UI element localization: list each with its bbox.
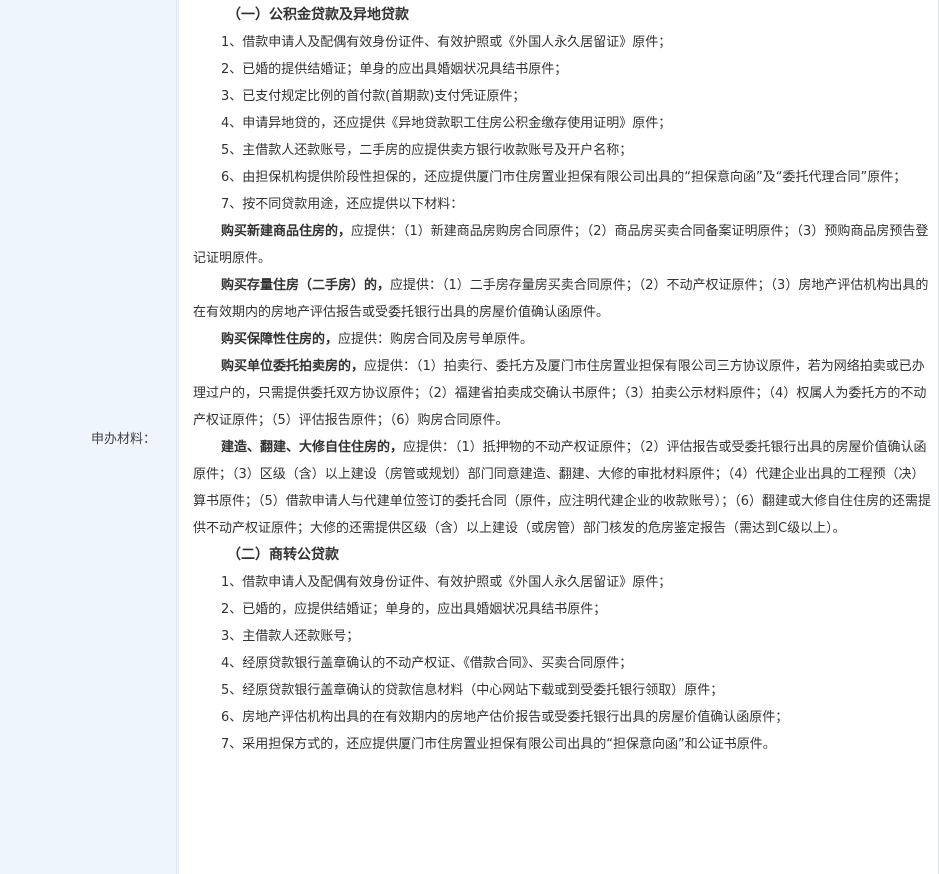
list-item: 4、申请异地贷的，还应提供《异地贷款职工住房公积金缴存使用证明》原件； (221, 116, 672, 131)
purpose-paragraph: 购买存量住房（二手房）的，应提供：（1）二手房存量房买卖合同原件；（2）不动产权… (193, 272, 937, 326)
list-item: 6、由担保机构提供阶段性担保的，还应提供厦门市住房置业担保有限公司出具的“担保意… (221, 170, 907, 185)
list-item: 5、主借款人还款账号，二手房的应提供卖方银行收款账号及开户名称； (221, 143, 633, 158)
materials-content: （一）公积金贷款及异地贷款 1、借款申请人及配偶有效身份证件、有效护照或《外国人… (193, 2, 937, 758)
purpose-paragraph: 建造、翻建、大修自住住房的，应提供：（1）抵押物的不动产权证原件；（2）评估报告… (193, 434, 937, 542)
purpose-paragraph: 购买单位委托拍卖房的，应提供：（1）拍卖行、委托方及厦门市住房置业担保有限公司三… (193, 353, 937, 434)
list-item: 3、已支付规定比例的首付款(首期款)支付凭证原件； (221, 89, 526, 104)
list-item: 1、借款申请人及配偶有效身份证件、有效护照或《外国人永久居留证》原件； (221, 35, 672, 50)
purpose-text: 应提供：购房合同及房号单原件。 (338, 332, 534, 347)
purpose-paragraph: 购买新建商品住房的，应提供：（1）新建商品房购房合同原件；（2）商品房买卖合同备… (193, 218, 937, 272)
list-item: 2、已婚的提供结婚证；单身的应出具婚姻状况具结书原件； (221, 62, 568, 77)
list-item: 1、借款申请人及配偶有效身份证件、有效护照或《外国人永久居留证》原件； (221, 575, 672, 590)
list-item: 3、主借款人还款账号； (221, 629, 360, 644)
section-title: （二）商转公贷款 (227, 547, 339, 563)
list-item: 7、采用担保方式的，还应提供厦门市住房置业担保有限公司出具的“担保意向函”和公证… (221, 737, 776, 752)
purpose-heading: 建造、翻建、大修自住住房的， (221, 440, 404, 455)
list-item: 2、已婚的，应提供结婚证；单身的，应出具婚姻状况具结书原件； (221, 602, 607, 617)
purpose-heading: 购买保障性住房的， (221, 332, 339, 347)
field-label: 申办材料： (90, 432, 156, 447)
list-item: 4、经原贷款银行盖章确认的不动产权证、《借款合同》、买卖合同原件； (221, 656, 633, 671)
list-item: 6、房地产评估机构出具的在有效期内的房地产估价报告或受委托银行出具的房屋价值确认… (221, 710, 789, 725)
purpose-heading: 购买存量住房（二手房）的， (221, 278, 391, 293)
list-item: 7、按不同贷款用途，还应提供以下材料： (221, 197, 464, 212)
section-title: （一）公积金贷款及异地贷款 (227, 7, 409, 23)
purpose-heading: 购买新建商品住房的， (221, 224, 352, 239)
list-item: 5、经原贷款银行盖章确认的贷款信息材料（中心网站下载或到受委托银行领取）原件； (221, 683, 724, 698)
label-column: 申办材料： (0, 0, 177, 874)
purpose-paragraph: 购买保障性住房的，应提供：购房合同及房号单原件。 (193, 326, 937, 353)
content-column: （一）公积金贷款及异地贷款 1、借款申请人及配偶有效身份证件、有效护照或《外国人… (178, 0, 939, 874)
purpose-heading: 购买单位委托拍卖房的， (221, 359, 365, 374)
